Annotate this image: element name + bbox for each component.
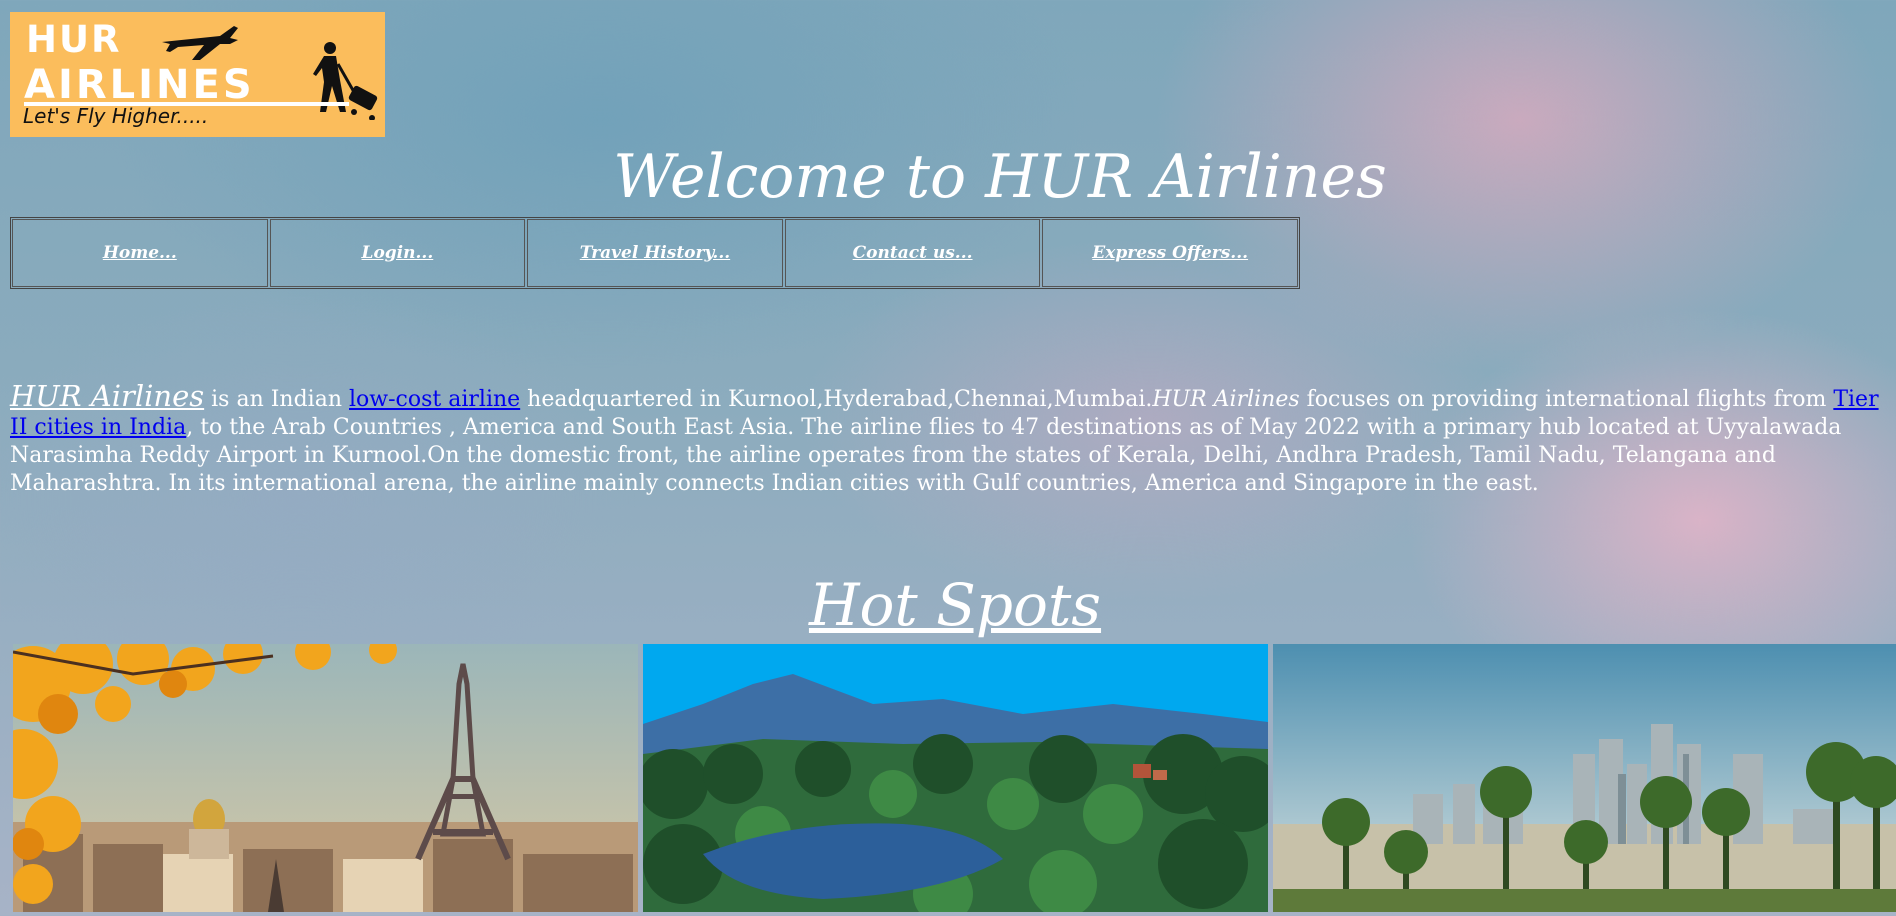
- nav-login[interactable]: Login...: [269, 219, 526, 287]
- traveler-icon: [313, 42, 378, 120]
- intro-brand: HUR Airlines: [10, 379, 205, 413]
- page-title: Welcome to HUR Airlines: [613, 142, 1387, 212]
- intro-text: is an Indian: [204, 387, 349, 412]
- hotspot-image-paris[interactable]: [13, 644, 638, 912]
- main-nav: Home... Login... Travel History... Conta…: [10, 217, 1300, 289]
- hotspot-image-city[interactable]: [1273, 644, 1896, 912]
- intro-paragraph: HUR Airlines is an Indian low-cost airli…: [10, 382, 1890, 498]
- logo-line1: HUR: [26, 18, 122, 61]
- nav-express-offers[interactable]: Express Offers...: [1042, 219, 1298, 287]
- logo-tagline: Let's Fly Higher.....: [23, 104, 209, 128]
- intro-brand-inline: HUR Airlines: [1152, 387, 1300, 412]
- intro-text: , to the Arab Countries , America and So…: [10, 415, 1842, 496]
- low-cost-airline-link[interactable]: low-cost airline: [349, 387, 520, 412]
- logo: HUR AIRLINES Let's Fly Higher.....: [10, 12, 385, 137]
- nav-travel-history[interactable]: Travel History...: [527, 219, 783, 287]
- nav-home[interactable]: Home...: [12, 219, 268, 287]
- intro-text: focuses on providing international fligh…: [1299, 387, 1834, 412]
- nav-contact-us[interactable]: Contact us...: [784, 219, 1041, 287]
- airplane-icon: [162, 26, 238, 60]
- intro-text: headquartered in Kurnool,Hyderabad,Chenn…: [520, 387, 1153, 412]
- hotspot-image-lake[interactable]: [643, 644, 1268, 912]
- hot-spots-heading: Hot Spots: [808, 571, 1102, 639]
